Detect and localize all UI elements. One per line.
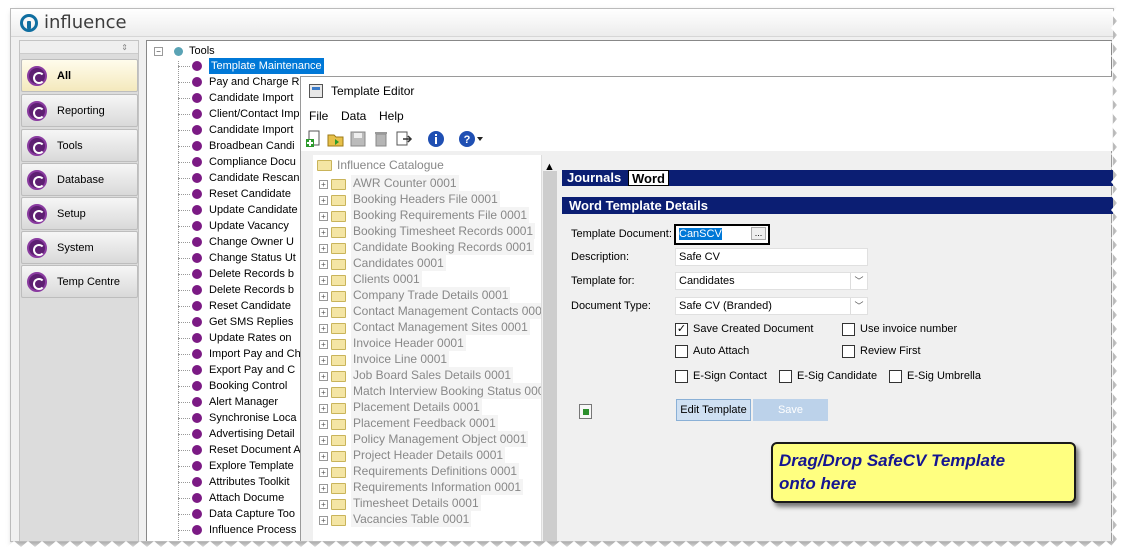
torn-edge-border [0,0,1126,556]
